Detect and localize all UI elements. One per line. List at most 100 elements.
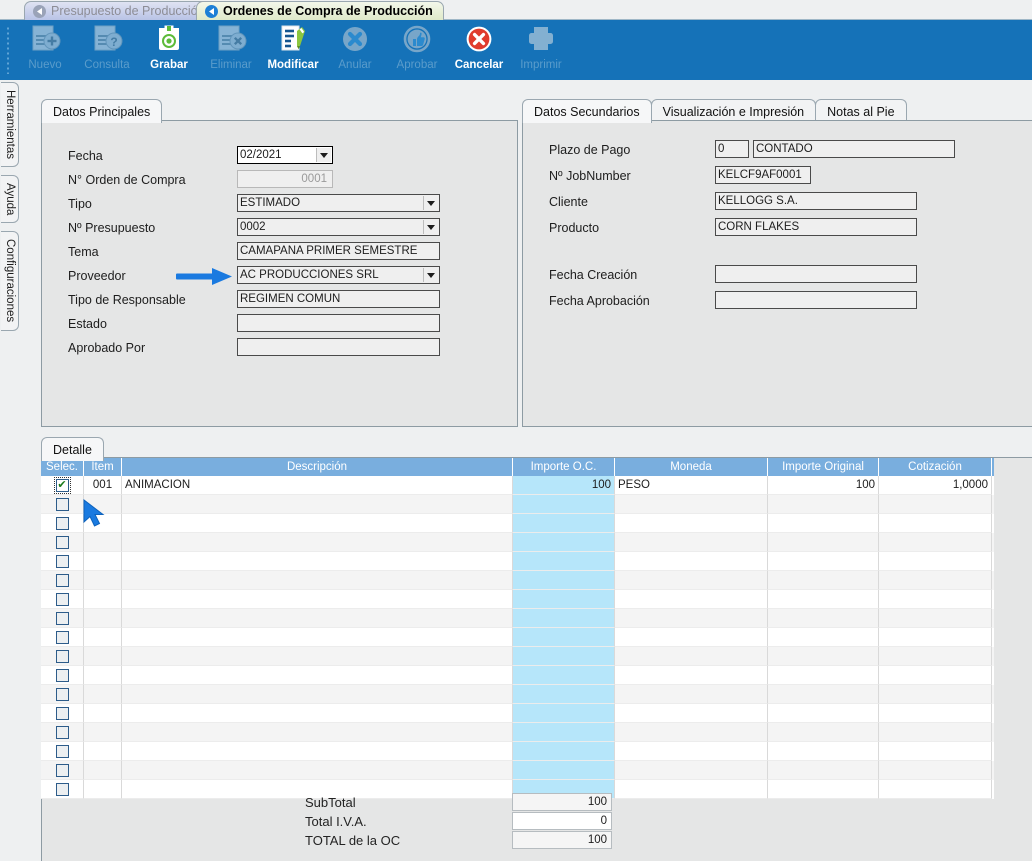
cell-descripcion[interactable] [122,685,513,704]
table-row[interactable] [41,704,994,723]
table-row[interactable] [41,647,994,666]
cell-item[interactable] [84,685,122,704]
cell-importe_oc[interactable] [513,495,615,514]
cell-cotizacion[interactable] [879,609,992,628]
toolbar-button-imprimir[interactable]: Imprimir [510,20,572,78]
cell-item[interactable] [84,552,122,571]
chevron-down-icon[interactable] [423,196,438,210]
tab-detalle[interactable]: Detalle [41,437,104,461]
table-row[interactable] [41,571,994,590]
table-row[interactable] [41,533,994,552]
cell-item[interactable] [84,590,122,609]
row-select-checkbox[interactable] [56,726,69,739]
cell-descripcion[interactable] [122,723,513,742]
table-row[interactable] [41,552,994,571]
detail-grid-header-importe_orig[interactable]: Importe Original [768,458,879,476]
row-select-checkbox[interactable] [56,650,69,663]
row-select-checkbox[interactable] [56,574,69,587]
toolbar-button-aprobar[interactable]: Aprobar [386,20,448,78]
row-select-checkbox[interactable] [56,555,69,568]
cell-cotizacion[interactable] [879,495,992,514]
cell-importe_oc[interactable] [513,609,615,628]
document-tab-presupuesto[interactable]: Presupuesto de Producción [24,1,216,20]
cell-item[interactable] [84,647,122,666]
cell-importe_orig[interactable]: 100 [768,476,879,495]
row-select-checkbox[interactable] [56,688,69,701]
cell-importe_oc[interactable] [513,685,615,704]
cell-item[interactable] [84,666,122,685]
cell-descripcion[interactable] [122,552,513,571]
cell-moneda[interactable] [615,609,768,628]
cell-item[interactable] [84,628,122,647]
cell-importe_oc[interactable] [513,761,615,780]
toolbar-button-consulta[interactable]: ? Consulta [76,20,138,78]
cell-item[interactable]: 001 [84,476,122,495]
row-select-checkbox[interactable] [56,612,69,625]
table-row[interactable] [41,761,994,780]
cell-cotizacion[interactable] [879,571,992,590]
table-row[interactable] [41,609,994,628]
cell-cotizacion[interactable] [879,780,992,799]
cell-importe_oc[interactable]: 100 [513,476,615,495]
fecha-field[interactable]: 02/2021 [237,146,333,164]
cell-item[interactable] [84,723,122,742]
cell-cotizacion[interactable] [879,514,992,533]
nro-presupuesto-combo[interactable]: 0002 [237,218,440,236]
row-select-checkbox[interactable] [56,593,69,606]
cell-moneda[interactable] [615,666,768,685]
cell-moneda[interactable] [615,742,768,761]
cell-importe_orig[interactable] [768,666,879,685]
cell-descripcion[interactable] [122,628,513,647]
tema-field[interactable]: CAMAPANA PRIMER SEMESTRE [237,242,440,260]
cell-cotizacion[interactable] [879,666,992,685]
cell-cotizacion[interactable]: 1,0000 [879,476,992,495]
cell-item[interactable] [84,571,122,590]
table-row[interactable] [41,723,994,742]
toolbar-button-nuevo[interactable]: Nuevo [14,20,76,78]
cell-descripcion[interactable]: ANIMACION [122,476,513,495]
nro-jobnumber-field[interactable]: KELCF9AF0001 [715,166,811,184]
cell-descripcion[interactable] [122,495,513,514]
cell-descripcion[interactable] [122,761,513,780]
cell-item[interactable] [84,761,122,780]
toolbar-drag-handle[interactable] [6,26,10,74]
cell-descripcion[interactable] [122,742,513,761]
cell-descripcion[interactable] [122,533,513,552]
cell-importe_orig[interactable] [768,571,879,590]
cell-item[interactable] [84,533,122,552]
row-select-checkbox[interactable] [56,764,69,777]
cell-cotizacion[interactable] [879,628,992,647]
chevron-down-icon[interactable] [316,148,331,162]
cell-moneda[interactable]: PESO [615,476,768,495]
cell-moneda[interactable] [615,514,768,533]
tab-datos-secundarios[interactable]: Datos Secundarios [522,99,652,123]
proveedor-combo[interactable]: AC PRODUCCIONES SRL [237,266,440,284]
cell-importe_orig[interactable] [768,495,879,514]
cell-descripcion[interactable] [122,609,513,628]
cell-importe_oc[interactable] [513,704,615,723]
row-select-checkbox[interactable] [56,669,69,682]
cell-item[interactable] [84,609,122,628]
cell-item[interactable] [84,514,122,533]
plazo-pago-code-field[interactable]: 0 [715,140,749,158]
cell-importe_orig[interactable] [768,742,879,761]
table-row[interactable]: 001ANIMACION100PESO1001,0000 [41,476,994,495]
cell-descripcion[interactable] [122,666,513,685]
cell-moneda[interactable] [615,723,768,742]
sidebar-tab-herramientas[interactable]: Herramientas [1,82,19,167]
chevron-down-icon[interactable] [423,220,438,234]
cell-cotizacion[interactable] [879,742,992,761]
cell-importe_oc[interactable] [513,571,615,590]
cell-importe_orig[interactable] [768,647,879,666]
cell-cotizacion[interactable] [879,647,992,666]
cell-item[interactable] [84,495,122,514]
table-row[interactable] [41,628,994,647]
cell-importe_orig[interactable] [768,628,879,647]
cell-importe_orig[interactable] [768,761,879,780]
chevron-down-icon[interactable] [423,268,438,282]
cell-importe_oc[interactable] [513,514,615,533]
toolbar-button-modificar[interactable]: Modificar [262,20,324,78]
cell-importe_orig[interactable] [768,552,879,571]
cell-cotizacion[interactable] [879,761,992,780]
cell-importe_oc[interactable] [513,666,615,685]
